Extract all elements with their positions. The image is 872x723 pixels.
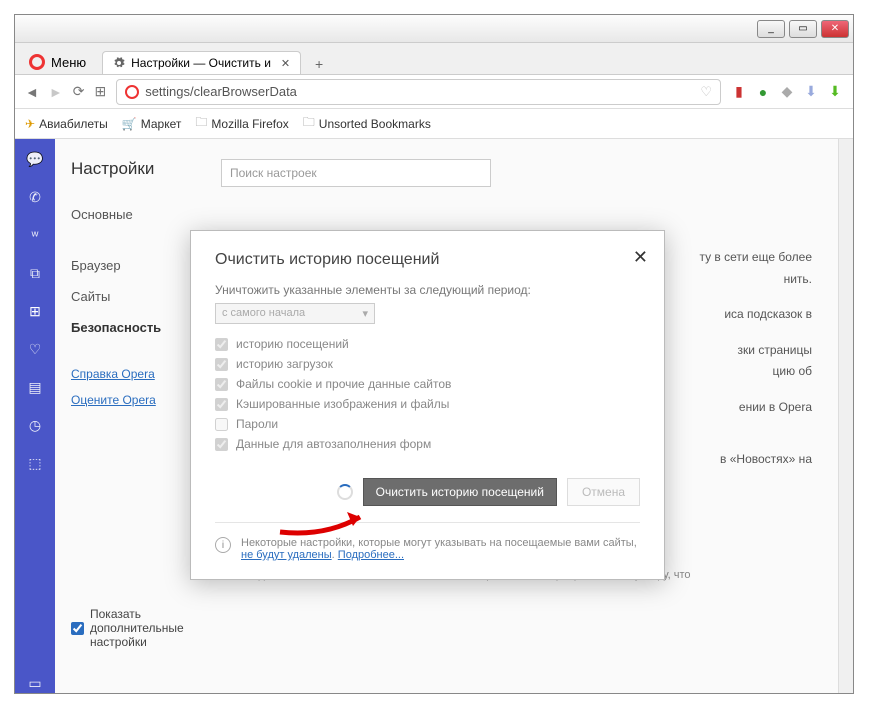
info-icon: i	[215, 537, 231, 553]
chevron-down-icon: ▾	[362, 307, 368, 320]
dialog-footer: i Некоторые настройки, которые могут ука…	[215, 523, 640, 561]
rail-vk-icon[interactable]: ʷ	[25, 225, 45, 245]
reload-button[interactable]: ⟳	[73, 83, 85, 100]
cancel-button[interactable]: Отмена	[567, 478, 640, 506]
check-cache[interactable]: Кэшированные изображения и файлы	[215, 394, 640, 414]
check-cookies[interactable]: Файлы cookie и прочие данные сайтов	[215, 374, 640, 394]
check-browsing-history[interactable]: историю посещений	[215, 334, 640, 354]
address-toolbar: ◄ ► ⟳ ⊞ settings/clearBrowserData ♡ ▮ ● …	[15, 75, 853, 109]
rail-favorites-icon[interactable]: ♡	[25, 339, 45, 359]
ext-savefrom-icon[interactable]: ⬇	[827, 84, 843, 100]
opera-menu-button[interactable]: Меню	[19, 50, 96, 74]
sidebar-item-browser[interactable]: Браузер	[71, 250, 205, 281]
opera-logo-icon	[29, 54, 45, 70]
maximize-button[interactable]: ▭	[789, 20, 817, 38]
rail-whatsapp-icon[interactable]: ✆	[25, 187, 45, 207]
dialog-title: Очистить историю посещений	[215, 251, 640, 269]
rail-history-icon[interactable]: ◷	[25, 415, 45, 435]
check-autofill[interactable]: Данные для автозаполнения форм	[215, 434, 640, 454]
loading-spinner-icon	[337, 484, 353, 500]
new-tab-button[interactable]: +	[307, 54, 331, 74]
speed-dial-button[interactable]: ⊞	[94, 83, 106, 100]
sidebar-item-sites[interactable]: Сайты	[71, 281, 205, 312]
tab-settings[interactable]: Настройки — Очистить и ✕	[102, 51, 301, 74]
bookmark-item[interactable]: 🗀Mozilla Firefox	[195, 113, 288, 134]
rail-extensions-icon[interactable]: ⬚	[25, 453, 45, 473]
back-button[interactable]: ◄	[25, 84, 39, 100]
menu-label: Меню	[51, 55, 86, 70]
bookmark-item[interactable]: 🛒Маркет	[122, 117, 182, 131]
scrollbar[interactable]	[838, 139, 853, 693]
ext-download-icon[interactable]: ⬇	[803, 84, 819, 100]
page-title: Настройки	[71, 159, 205, 179]
settings-search-input[interactable]: Поиск настроек	[221, 159, 491, 187]
bookmark-heart-icon[interactable]: ♡	[700, 84, 712, 100]
dialog-close-button[interactable]: ✕	[633, 247, 648, 268]
extension-icons: ▮ ● ◆ ⬇ ⬇	[731, 84, 843, 100]
close-window-button[interactable]: ✕	[821, 20, 849, 38]
settings-sidebar: Настройки Основные Браузер Сайты Безопас…	[55, 139, 205, 693]
ext-globe-icon[interactable]: ●	[755, 84, 771, 100]
rail-settings-icon[interactable]: ▭	[25, 673, 45, 693]
rate-link[interactable]: Оцените Opera	[71, 387, 205, 413]
tab-bar: Меню Настройки — Очистить и ✕ +	[15, 43, 853, 75]
not-deleted-link[interactable]: не будут удалены	[241, 549, 332, 561]
minimize-button[interactable]: _	[757, 20, 785, 38]
bookmark-item[interactable]: ✈Авиабилеты	[25, 117, 108, 131]
rail-news-icon[interactable]: ▤	[25, 377, 45, 397]
address-input[interactable]: settings/clearBrowserData ♡	[116, 79, 721, 105]
clear-history-button[interactable]: Очистить историю посещений	[363, 478, 557, 506]
rail-messenger-icon[interactable]: 💬	[25, 149, 45, 169]
url-text: settings/clearBrowserData	[145, 84, 297, 99]
dialog-actions: Очистить историю посещений Отмена	[215, 478, 640, 523]
bookmark-item[interactable]: 🗀Unsorted Bookmarks	[303, 113, 431, 134]
side-rail: 💬 ✆ ʷ ⧉ ⊞ ♡ ▤ ◷ ⬚ ▭	[15, 139, 55, 693]
gear-icon	[113, 57, 125, 69]
rail-speeddial-icon[interactable]: ⊞	[25, 301, 45, 321]
check-passwords[interactable]: Пароли	[215, 414, 640, 434]
ext-shield-icon[interactable]: ◆	[779, 84, 795, 100]
clear-history-dialog: ✕ Очистить историю посещений Уничтожить …	[190, 230, 665, 580]
show-more-checkbox[interactable]: Показать дополнительные настройки	[71, 607, 205, 649]
learn-more-link[interactable]: Подробнее...	[338, 549, 404, 561]
show-more-input[interactable]	[71, 622, 84, 635]
tab-title: Настройки — Очистить и	[131, 56, 271, 70]
site-identity-icon	[125, 85, 139, 99]
ext-adblock-icon[interactable]: ▮	[731, 84, 747, 100]
help-link[interactable]: Справка Opera	[71, 361, 205, 387]
time-range-select: с самого начала▾	[215, 303, 375, 324]
titlebar: _ ▭ ✕	[15, 15, 853, 43]
dialog-subtitle: Уничтожить указанные элементы за следующ…	[215, 283, 640, 297]
sidebar-item-basic[interactable]: Основные	[71, 199, 205, 230]
check-download-history[interactable]: историю загрузок	[215, 354, 640, 374]
forward-button[interactable]: ►	[49, 84, 63, 100]
bookmarks-bar: ✈Авиабилеты 🛒Маркет 🗀Mozilla Firefox 🗀Un…	[15, 109, 853, 139]
tab-close-button[interactable]: ✕	[281, 57, 290, 70]
rail-snapshot-icon[interactable]: ⧉	[25, 263, 45, 283]
sidebar-item-security[interactable]: Безопасность	[71, 312, 205, 343]
